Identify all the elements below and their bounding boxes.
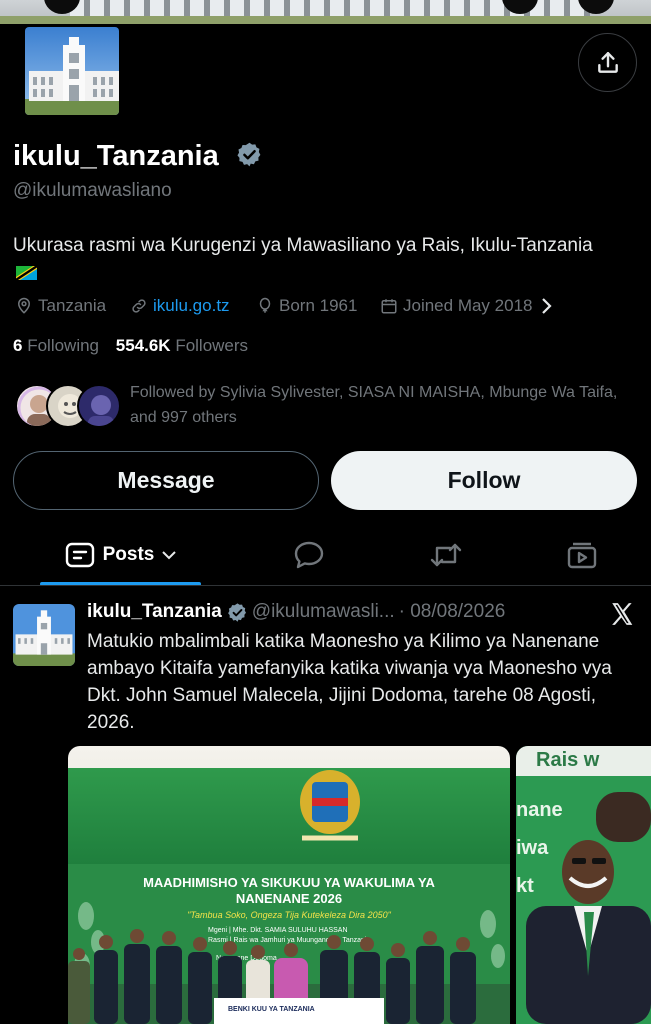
- chevron-down-icon: [162, 551, 177, 560]
- followed-by-text[interactable]: Followed by Sylivia Sylivester, SIASA NI…: [130, 380, 635, 430]
- profile-handle: @ikulumawasliano: [13, 180, 172, 201]
- followers-count: 554.6K: [115, 336, 171, 355]
- profile-website[interactable]: ikulu.go.tz: [130, 294, 230, 318]
- speech-bubble-icon: [294, 541, 324, 569]
- link-icon: [132, 299, 146, 313]
- followers-you-know-avatars[interactable]: [15, 384, 121, 428]
- profile-banner[interactable]: [0, 0, 651, 26]
- joined-text: Joined May 2018: [403, 296, 533, 315]
- side-photo-text-2: nane: [516, 799, 563, 821]
- balloon-icon: [259, 297, 271, 313]
- profile-tabs: Posts: [0, 530, 651, 586]
- media-icon: [567, 542, 597, 569]
- chevron-right-icon[interactable]: [540, 297, 553, 315]
- profile-avatar[interactable]: [23, 25, 121, 117]
- profile-joined[interactable]: Joined May 2018: [380, 294, 557, 318]
- banner-lawn: [0, 16, 651, 24]
- bank-cheque-label: BENKI KUU YA TANZANIA: [228, 1006, 315, 1013]
- tab-replies[interactable]: [283, 530, 335, 580]
- share-button[interactable]: [578, 33, 637, 92]
- posts-tab-icon: [65, 542, 94, 568]
- following-link[interactable]: 6 Following: [13, 336, 99, 355]
- follow-button[interactable]: Follow: [331, 451, 637, 510]
- post-photo-main[interactable]: MAADHIMISHO YA SIKUKUU YA WAKULIMA YA NA…: [68, 746, 510, 1024]
- verified-badge-icon: [237, 142, 261, 167]
- followers-link[interactable]: 554.6K Followers: [116, 336, 248, 355]
- post-date[interactable]: · 08/08/2026: [399, 601, 506, 623]
- tab-posts[interactable]: Posts: [40, 530, 201, 580]
- message-button[interactable]: Message: [13, 451, 319, 510]
- location-text: Tanzania: [38, 296, 107, 315]
- calendar-icon: [381, 299, 397, 314]
- repost-icon: [430, 543, 462, 567]
- side-photo-text-1: Rais w: [536, 749, 600, 771]
- share-icon: [597, 51, 618, 73]
- following-label: Following: [27, 336, 100, 355]
- display-name: ikulu_Tanzania: [13, 140, 219, 172]
- location-pin-icon: [17, 297, 31, 314]
- x-logo-icon[interactable]: [609, 601, 635, 627]
- side-photo-text-3: iwa: [516, 837, 549, 859]
- post-photo-secondary[interactable]: Rais w nane iwa kt: [516, 746, 651, 1024]
- side-photo-text-4: kt: [516, 875, 534, 897]
- avatar: [77, 384, 121, 428]
- followers-label: Followers: [175, 336, 249, 355]
- tabs-divider: [0, 585, 651, 586]
- banner-slogan: "Tambua Soko, Ongeza Tija Kutekeleza Dir…: [187, 910, 391, 920]
- verified-badge-icon: [227, 602, 246, 622]
- follow-stats: 6 Following 554.6K Followers: [13, 336, 248, 356]
- tab-media[interactable]: [556, 530, 608, 580]
- post-text: Matukio mbalimbali katika Maonesho ya Ki…: [87, 631, 612, 733]
- born-text: Born 1961: [279, 296, 358, 315]
- post-avatar[interactable]: [13, 604, 75, 666]
- tanzania-flag-icon: [16, 266, 37, 280]
- following-count: 6: [13, 336, 23, 355]
- banner-title-line2: NANENANE 2026: [236, 891, 342, 906]
- tab-posts-label: Posts: [102, 544, 155, 565]
- bio-text: Ukurasa rasmi wa Kurugenzi ya Mawasilian…: [13, 235, 593, 256]
- post-author[interactable]: ikulu_Tanzania: [87, 601, 222, 623]
- tab-reposts[interactable]: [420, 530, 472, 580]
- profile-bio: Ukurasa rasmi wa Kurugenzi ya Mawasilian…: [13, 232, 613, 288]
- website-link[interactable]: ikulu.go.tz: [153, 296, 230, 316]
- profile-location: Tanzania: [15, 294, 106, 318]
- post-header: ikulu_Tanzania @ikulumawasli... · 08/08/…: [87, 601, 505, 623]
- profile-born: Born 1961: [256, 294, 357, 318]
- banner-guest: Mgeni | Mhe. Dkt. SAMIA SULUHU HASSAN: [208, 927, 348, 934]
- banner-title-line1: MAADHIMISHO YA SIKUKUU YA WAKULIMA YA: [143, 875, 435, 890]
- post-handle[interactable]: @ikulumawasli...: [252, 601, 395, 623]
